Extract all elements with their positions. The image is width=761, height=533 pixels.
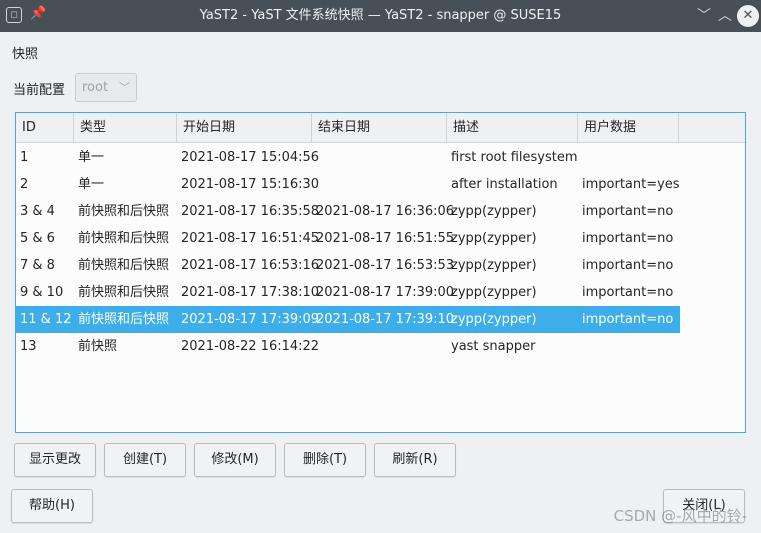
close-window-button[interactable]: ✕ [737,5,759,27]
help-button[interactable]: 帮助(H) [11,489,93,523]
cell-type: 前快照和后快照 [78,258,170,273]
config-select-value: root [82,80,109,95]
cell-description: zypp(zypper) [451,231,537,246]
cell-description: zypp(zypper) [451,204,537,219]
column-header-type[interactable]: 类型 [74,113,177,143]
cell-end-date: 2021-08-17 16:53:53 [316,258,455,273]
cell-userdata: important=yes [582,177,680,192]
minimize-button[interactable]: ﹀ [693,5,715,27]
delete-button[interactable]: 删除(T) [284,443,366,477]
maximize-button[interactable]: ︿ [714,5,736,27]
cell-id: 11 & 12 [20,312,72,327]
cell-id: 7 & 8 [20,258,55,273]
show-changes-button[interactable]: 显示更改 [14,443,96,477]
cell-type: 单一 [78,150,105,165]
table-row[interactable]: 2 单一 2021-08-17 15:16:30 after installation… [16,171,680,198]
table-row[interactable]: 11 & 12 前快照和后快照 2021-08-17 17:39:09 2021-08… [16,306,680,333]
title-bar: ◻ 📌 YaST2 - YaST 文件系统快照 — YaST2 - snappe… [0,0,761,32]
cell-type: 前快照和后快照 [78,231,170,246]
cell-type: 前快照和后快照 [78,204,170,219]
column-header-id[interactable]: ID [16,113,74,143]
cell-description: zypp(zypper) [451,285,537,300]
cell-start-date: 2021-08-22 16:14:22 [181,339,320,354]
table-row[interactable]: 9 & 10 前快照和后快照 2021-08-17 17:38:10 2021-08-… [16,279,680,306]
cell-description: yast snapper [451,339,536,354]
snapshots-table[interactable]: ID 类型 开始日期 结束日期 描述 用户数据 1 单一 2021-08-17 15… [15,112,746,433]
refresh-button[interactable]: 刷新(R) [374,443,456,477]
cell-start-date: 2021-08-17 17:38:10 [181,285,320,300]
cell-description: zypp(zypper) [451,312,537,327]
table-row[interactable]: 7 & 8 前快照和后快照 2021-08-17 16:53:16 2021-08-1… [16,252,680,279]
cell-start-date: 2021-08-17 15:04:56 [181,150,320,165]
chevron-down-icon: ﹀ [119,81,130,94]
cell-end-date [312,171,316,198]
column-header-end-date[interactable]: 结束日期 [312,113,447,143]
cell-userdata: important=no [582,231,674,246]
cell-type: 前快照和后快照 [78,312,170,327]
current-config-label: 当前配置 [13,83,66,98]
cell-end-date: 2021-08-17 16:36:06 [316,204,455,219]
cell-userdata [578,333,582,360]
table-row[interactable]: 1 单一 2021-08-17 15:04:56 first root filesys… [16,144,680,171]
column-header-userdata[interactable]: 用户数据 [578,113,679,143]
column-header-description[interactable]: 描述 [447,113,578,143]
cell-userdata [578,144,582,171]
table-row[interactable]: 13 前快照 2021-08-22 16:14:22 yast snapper [16,333,680,360]
cell-id: 9 & 10 [20,285,64,300]
cell-type: 单一 [78,177,105,192]
cell-id: 3 & 4 [20,204,55,219]
cell-start-date: 2021-08-17 15:16:30 [181,177,320,192]
cell-userdata: important=no [582,285,674,300]
cell-id: 5 & 6 [20,231,55,246]
create-button[interactable]: 创建(T) [104,443,186,477]
cell-type: 前快照和后快照 [78,285,170,300]
table-row[interactable]: 3 & 4 前快照和后快照 2021-08-17 16:35:58 2021-08-1… [16,198,680,225]
cell-description: after installation [451,177,558,192]
cell-start-date: 2021-08-17 16:51:45 [181,231,320,246]
snapshots-heading: 快照 [12,47,39,62]
cell-end-date [312,144,316,171]
cell-id: 2 [20,177,29,192]
window-title: YaST2 - YaST 文件系统快照 — YaST2 - snapper @ … [199,8,562,23]
modify-button[interactable]: 修改(M) [194,443,276,477]
cell-description: first root filesystem [451,150,578,165]
cell-end-date: 2021-08-17 16:51:55 [316,231,455,246]
cell-end-date: 2021-08-17 17:39:00 [316,285,455,300]
watermark: CSDN @-风中的铃- [613,507,747,525]
config-select[interactable]: root ﹀ [75,73,137,102]
column-header-start-date[interactable]: 开始日期 [177,113,312,143]
table-header: ID 类型 开始日期 结束日期 描述 用户数据 [16,113,745,143]
cell-end-date [312,333,316,360]
cell-userdata: important=no [582,204,674,219]
cell-userdata: important=no [582,258,674,273]
cell-type: 前快照 [78,339,118,354]
cell-id: 1 [20,150,29,165]
cell-description: zypp(zypper) [451,258,537,273]
cell-start-date: 2021-08-17 16:35:58 [181,204,320,219]
cell-start-date: 2021-08-17 17:39:09 [181,312,320,327]
cell-start-date: 2021-08-17 16:53:16 [181,258,320,273]
cell-id: 13 [20,339,37,354]
table-row[interactable]: 5 & 6 前快照和后快照 2021-08-17 16:51:45 2021-08-1… [16,225,680,252]
cell-userdata: important=no [582,312,674,327]
cell-end-date: 2021-08-17 17:39:10 [316,312,455,327]
